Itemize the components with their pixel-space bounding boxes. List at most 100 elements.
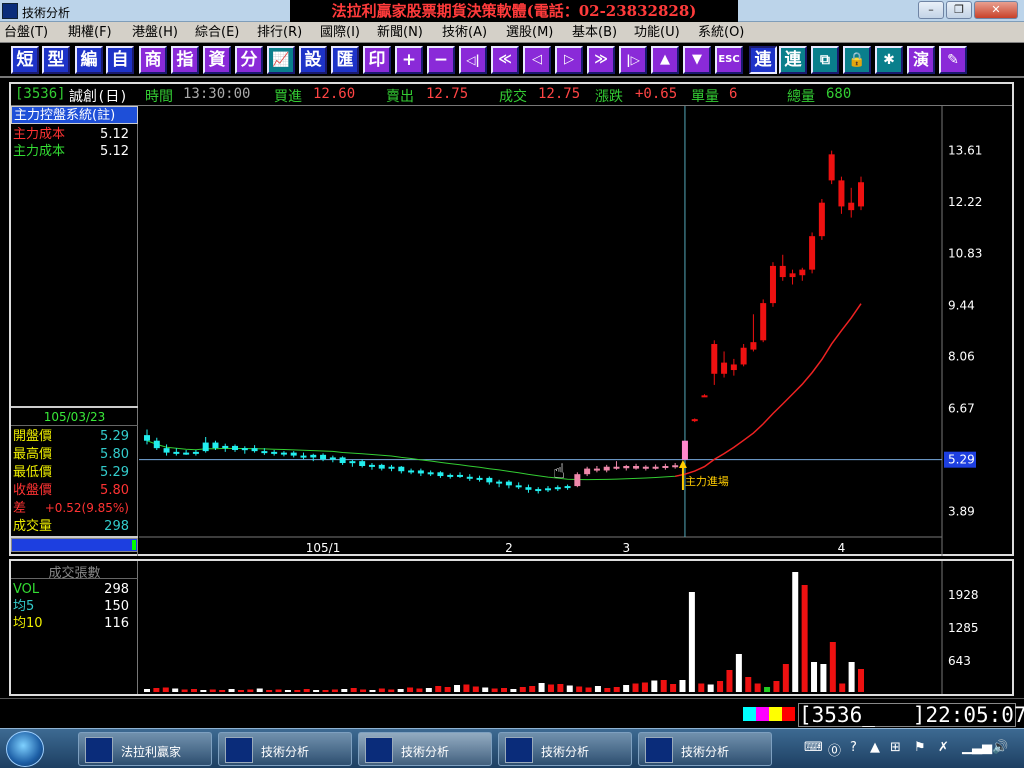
help-icon[interactable]: ? (850, 740, 857, 755)
menu-item-technical[interactable]: 技術(A) (442, 24, 487, 41)
volume-label: 成交量 (13, 519, 53, 534)
menu-item-taipan[interactable]: 台盤(T) (4, 24, 48, 41)
menu-item-fundamental[interactable]: 基本(B) (572, 24, 617, 41)
menu-item-international[interactable]: 國際(I) (320, 24, 360, 41)
diff-row: 差 +0.52(9.85%) (13, 500, 135, 517)
volume-bar (660, 680, 667, 692)
close-button[interactable]: ✕ (974, 1, 1018, 19)
short-button[interactable]: 短 (11, 46, 39, 74)
status-code[interactable]: [3536_ ] (799, 703, 925, 727)
candle-body (740, 347, 747, 365)
chart-scrollbar[interactable] (11, 538, 138, 552)
zoom-in-button[interactable]: + (395, 46, 423, 74)
candle-body (486, 477, 493, 483)
down-button[interactable]: ▼ (683, 46, 711, 74)
ask-value: 12.75 (426, 86, 469, 102)
escape-icon[interactable]: ESC (715, 46, 743, 74)
volume-bar (284, 690, 291, 692)
edit-pen-icon[interactable]: ✎ (939, 46, 967, 74)
tray-expand-icon[interactable]: ▲ (870, 740, 880, 755)
edit-button[interactable]: 編 (75, 46, 103, 74)
volume-chart[interactable]: 1928 1285 643 (139, 561, 1012, 694)
volume-bar (547, 684, 554, 692)
windows-flag-icon[interactable]: ⊞ (890, 740, 901, 755)
pattern-button[interactable]: 型 (42, 46, 70, 74)
volume-bar (190, 689, 197, 692)
up-button[interactable]: ▲ (651, 46, 679, 74)
window-icon[interactable]: ⧉ (811, 46, 839, 74)
self-select-button[interactable]: 自 (106, 46, 134, 74)
first-button[interactable]: ◁| (459, 46, 487, 74)
link-button-1[interactable]: 連 (749, 46, 777, 74)
ask-label: 賣出 (386, 89, 414, 105)
volume-bar (670, 684, 677, 692)
export-button[interactable]: 匯 (331, 46, 359, 74)
candle-body (241, 448, 248, 451)
link-button-2[interactable]: 連 (779, 46, 807, 74)
forward-button[interactable]: ▷ (555, 46, 583, 74)
task-technical-1[interactable]: 技術分析 (218, 732, 352, 766)
data-button[interactable]: 資 (203, 46, 231, 74)
volume-bar (181, 689, 188, 692)
candle-body (476, 477, 483, 480)
candle-body (183, 452, 190, 455)
candle-body (828, 154, 835, 181)
task-technical-2[interactable]: 技術分析 (358, 732, 492, 766)
network-signal-icon[interactable]: ▁▃▅ (962, 740, 992, 755)
lock-icon[interactable]: 🔒 (843, 46, 871, 74)
restore-button[interactable]: ❐ (946, 1, 972, 19)
settings-button[interactable]: 設 (299, 46, 327, 74)
flag-icon[interactable]: ⚑ (914, 740, 926, 755)
volume-bar (679, 680, 686, 692)
menu-item-function[interactable]: 功能(U) (634, 24, 680, 41)
minimize-button[interactable]: – (918, 1, 944, 19)
volume-bar (444, 687, 451, 692)
menu-item-news[interactable]: 新聞(N) (377, 24, 423, 41)
volume-bar (219, 690, 226, 692)
candle-body (163, 448, 170, 453)
volume-bar (369, 690, 376, 692)
fast-forward-button[interactable]: ≫ (587, 46, 615, 74)
task-technical-3[interactable]: 技術分析 (498, 732, 632, 766)
task-technical-4[interactable]: 技術分析 (638, 732, 772, 766)
candle-body (623, 466, 630, 469)
commodity-button[interactable]: 商 (139, 46, 167, 74)
candle-body (144, 435, 150, 441)
play-icon[interactable]: 演 (907, 46, 935, 74)
menu-item-options[interactable]: 期權(F) (68, 24, 112, 41)
chart-line-icon[interactable]: 📈 (267, 46, 295, 74)
volume-icon[interactable]: 🔊 (992, 740, 1008, 755)
menu-item-hk[interactable]: 港盤(H) (132, 24, 178, 41)
volume-bar (613, 687, 620, 692)
keyboard-icon[interactable]: ⌨ (804, 740, 823, 755)
print-button[interactable]: 印 (363, 46, 391, 74)
menu-item-ranking[interactable]: 排行(R) (257, 24, 302, 41)
start-button[interactable] (6, 731, 44, 767)
volume-bar (294, 690, 301, 692)
tools-icon[interactable]: ✱ (875, 46, 903, 74)
price-chart-panel: [3536] 誠創(日) 時間 13:30:00 買進 12.60 賣出 12.… (9, 82, 1014, 556)
control-system-label[interactable]: 主力控盤系統(註) (11, 106, 138, 124)
candle-body (809, 236, 816, 270)
task-app-ferrari[interactable]: 法拉利贏家 (78, 732, 212, 766)
ime-icon[interactable]: ⓪ (828, 740, 841, 759)
volume-bar (782, 664, 789, 692)
menu-item-system[interactable]: 系統(O) (698, 24, 744, 41)
price-chart[interactable]: 13.61 12.22 10.83 9.44 8.06 6.67 5.29 3.89 105/1… (139, 106, 1012, 556)
zoom-out-button[interactable]: − (427, 46, 455, 74)
indicator-button[interactable]: 指 (171, 46, 199, 74)
menu-item-stock-pick[interactable]: 選股(M) (506, 24, 553, 41)
scroll-thumb[interactable] (132, 540, 136, 550)
close-value: 5.80 (100, 483, 129, 498)
status-indicator-cyan (743, 707, 756, 721)
volume-panel-title: 成交張數 (11, 562, 138, 581)
back-button[interactable]: ◁ (523, 46, 551, 74)
minute-button[interactable]: 分 (235, 46, 263, 74)
no-network-icon[interactable]: ✗ (938, 740, 949, 755)
status-bar: [3536_ ]22:05:07 (0, 698, 1024, 728)
menu-item-composite[interactable]: 綜合(E) (195, 24, 239, 41)
volume-bar (717, 681, 724, 692)
candle-body (505, 481, 512, 486)
last-button[interactable]: |▷ (619, 46, 647, 74)
fast-back-button[interactable]: ≪ (491, 46, 519, 74)
